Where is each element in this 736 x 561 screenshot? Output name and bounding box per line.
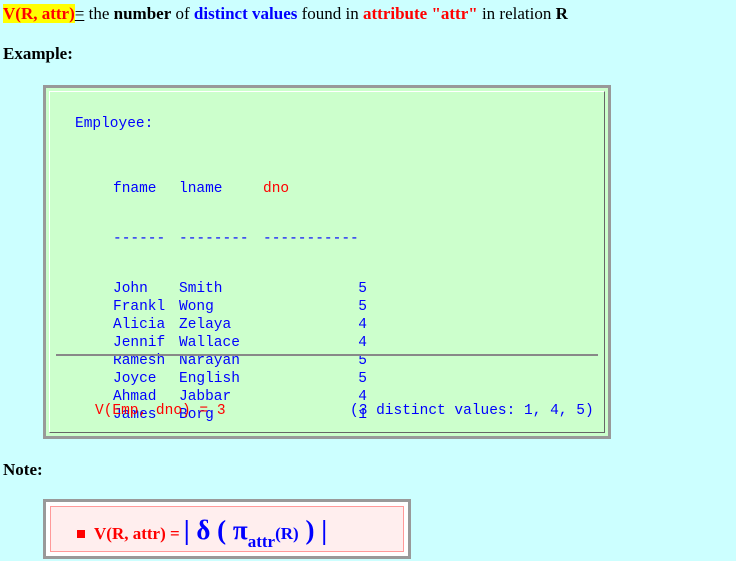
note-formula: V(R, attr) = | δ ( πattr(R) ) | [94, 515, 327, 552]
formula-delta: δ ( [189, 515, 227, 545]
example-heading: Example: [3, 44, 73, 63]
definition-equals: = [74, 4, 85, 23]
cell-dno: 4 [358, 317, 367, 333]
definition-text-1: the [84, 4, 114, 23]
cell-fname: Jennif [113, 335, 166, 351]
definition-relation: R [555, 4, 568, 23]
definition-attribute: attribute "attr" [363, 4, 478, 23]
formula-bar-close: | [321, 515, 328, 545]
bullet-icon [77, 530, 85, 538]
formula-subscript: attr [247, 532, 276, 551]
formula-pi: π [226, 515, 248, 545]
table-row: Alicia Zelaya 4 [113, 316, 367, 334]
column-fname: fname [113, 181, 157, 197]
example-box-inner: Employee: fname lname dno ------ -------… [49, 91, 605, 433]
cell-dno: 5 [358, 371, 367, 387]
table-row: John Smith 5 [113, 280, 367, 298]
definition-text-3: found in [297, 4, 363, 23]
note-box: V(R, attr) = | δ ( πattr(R) ) | [43, 499, 411, 559]
dash-fname: ------ [113, 231, 166, 247]
cell-dno: 4 [358, 335, 367, 351]
cell-fname: Alicia [113, 317, 166, 333]
table-header: fname lname dno [113, 180, 367, 198]
definition-text-4: in relation [477, 4, 556, 23]
definition-line: V(R, attr)= the number of distinct value… [3, 4, 568, 24]
separator-line [56, 354, 598, 356]
formula-close: ) [298, 515, 322, 545]
cell-lname: Wong [179, 299, 214, 315]
column-dno: dno [263, 181, 290, 197]
column-lname: lname [179, 181, 223, 197]
cell-lname: Zelaya [179, 317, 232, 333]
dash-lname: -------- [179, 231, 249, 247]
relation-name: Employee: [75, 116, 154, 132]
cell-lname: Smith [179, 281, 223, 297]
definition-number: number [113, 4, 172, 23]
term-highlight: V(R, attr) [3, 4, 75, 23]
result-note: (3 distinct values: 1, 4, 5) [350, 403, 594, 419]
cell-dno: 5 [358, 299, 367, 315]
table-dashes: ------ -------- ----------- [113, 230, 367, 248]
definition-distinct-values: distinct values [193, 4, 298, 23]
formula-label: V(R, attr) = [94, 524, 180, 543]
dash-dno: ----------- [263, 231, 359, 247]
cell-fname: John [113, 281, 148, 297]
table-row: Frankl Wong 5 [113, 298, 367, 316]
cell-lname: English [179, 371, 240, 387]
definition-text-2: of [171, 4, 194, 23]
cell-fname: Frankl [113, 299, 166, 315]
note-box-inner: V(R, attr) = | δ ( πattr(R) ) | [50, 506, 404, 552]
result-expression: V(Emp, dno) = 3 [95, 403, 226, 419]
cell-dno: 5 [358, 281, 367, 297]
cell-fname: Joyce [113, 371, 157, 387]
table-row: Jennif Wallace 4 [113, 334, 367, 352]
formula-r: (R) [275, 524, 299, 543]
cell-lname: Wallace [179, 335, 240, 351]
example-box: Employee: fname lname dno ------ -------… [43, 85, 611, 439]
table-row: Joyce English 5 [113, 370, 367, 388]
note-heading: Note: [3, 460, 43, 479]
